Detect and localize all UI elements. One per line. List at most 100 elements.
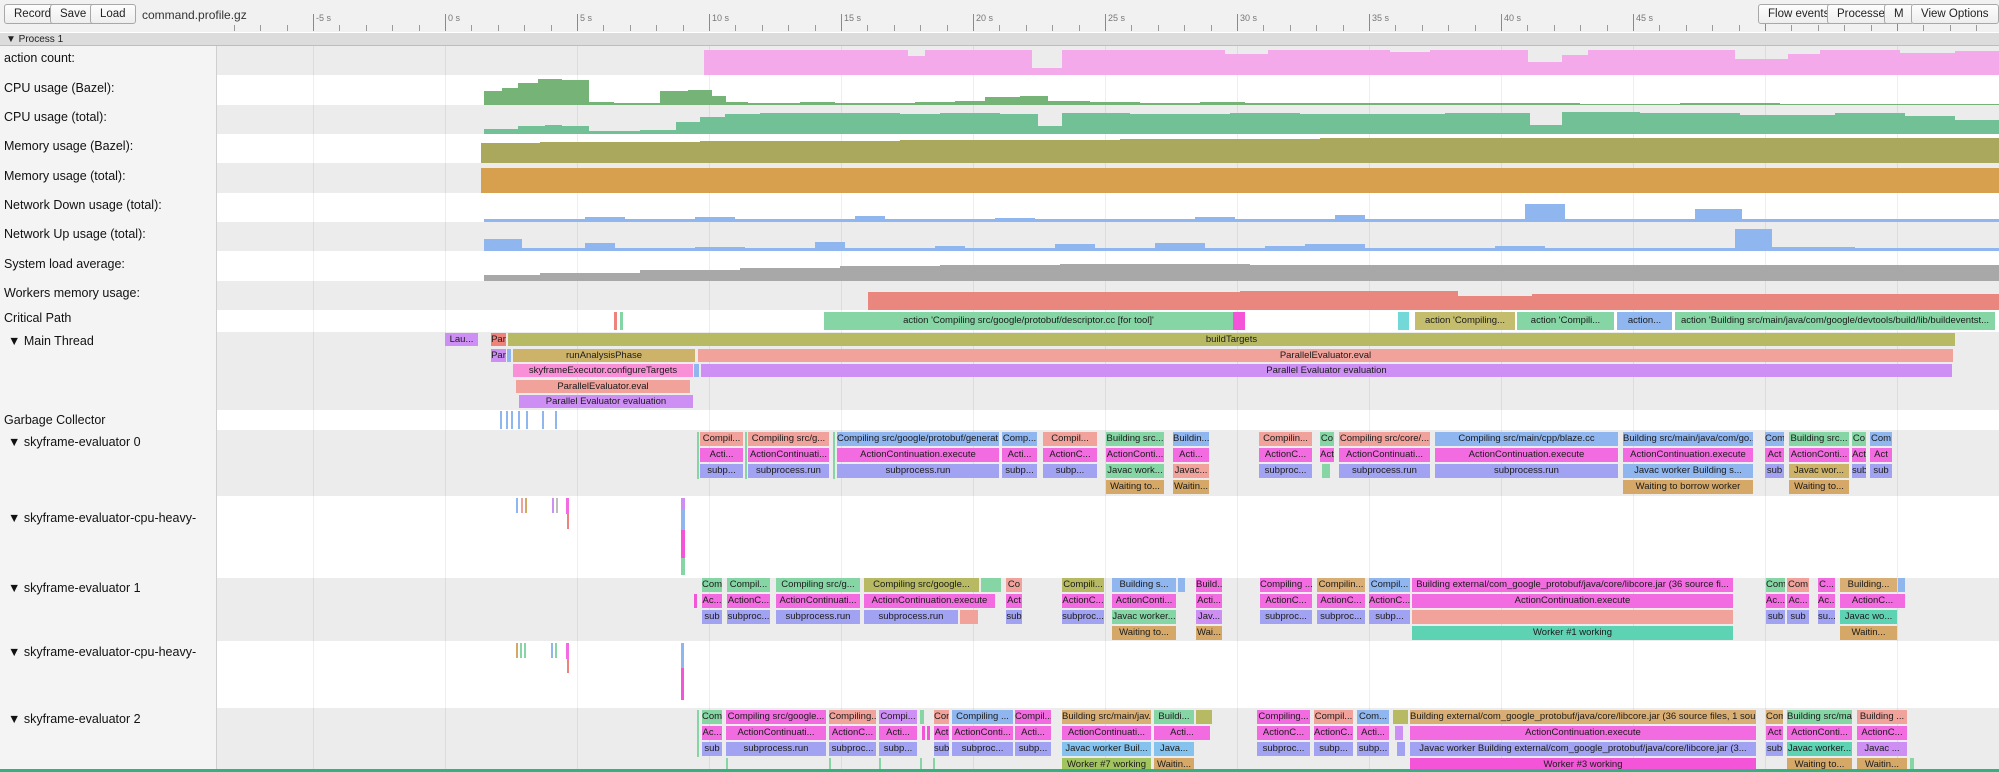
event-box[interactable]: Com: [1766, 710, 1783, 724]
event-box[interactable]: ActionContinuati...: [1339, 448, 1430, 462]
event-box[interactable]: subp...: [700, 464, 743, 478]
event-box[interactable]: [922, 726, 925, 740]
event-box[interactable]: Com: [934, 710, 949, 724]
event-box[interactable]: Javac ...: [1857, 742, 1907, 756]
event-tick[interactable]: [697, 710, 699, 757]
event-box[interactable]: ActionC...: [829, 726, 876, 740]
event-box[interactable]: sub: [1006, 610, 1022, 624]
event-box[interactable]: Act: [1870, 448, 1892, 462]
event-box[interactable]: [1910, 758, 1914, 771]
event-box[interactable]: Javac worker Building s...: [1623, 464, 1753, 478]
event-box[interactable]: subproc...: [1317, 610, 1365, 624]
event-box[interactable]: Waitin...: [1154, 758, 1194, 771]
event-box[interactable]: Waitin...: [1173, 480, 1209, 494]
event-box[interactable]: subproc...: [829, 742, 876, 756]
event-box[interactable]: C...: [1818, 578, 1835, 592]
event-box[interactable]: subproc...: [1062, 610, 1104, 624]
event-box[interactable]: Com: [1766, 578, 1785, 592]
event-box[interactable]: subprocess.run: [776, 610, 860, 624]
event-box[interactable]: ActionContinuation.execute: [1410, 726, 1756, 740]
event-box[interactable]: [981, 578, 1001, 592]
event-box[interactable]: Parallel Evaluator evaluation: [519, 395, 693, 408]
event-box[interactable]: sub: [1765, 464, 1784, 478]
event-tick[interactable]: [556, 498, 558, 513]
event-box[interactable]: Waiting to...: [1789, 480, 1849, 494]
event-tick[interactable]: [566, 498, 569, 514]
event-tick[interactable]: [681, 498, 685, 510]
event-tick[interactable]: [506, 411, 508, 429]
event-box[interactable]: Building ...: [1857, 710, 1907, 724]
event-box[interactable]: Javac wor...: [1789, 464, 1849, 478]
event-box[interactable]: subproc...: [1260, 610, 1312, 624]
event-box[interactable]: Compilin...: [1259, 432, 1312, 446]
event-box[interactable]: Com: [702, 578, 722, 592]
event-box[interactable]: [960, 610, 978, 624]
event-tick[interactable]: [745, 432, 747, 479]
event-tick[interactable]: [681, 510, 685, 530]
event-box[interactable]: subproc...: [1259, 464, 1312, 478]
event-tick[interactable]: [500, 411, 502, 429]
event-box[interactable]: Compiling src/google...: [726, 710, 826, 724]
event-box[interactable]: Compil...: [727, 578, 770, 592]
event-box[interactable]: Waiting to...: [1787, 758, 1852, 771]
event-tick[interactable]: [566, 643, 569, 659]
event-box[interactable]: sub: [702, 742, 722, 756]
event-tick[interactable]: [526, 411, 528, 429]
event-box[interactable]: Acti...: [1173, 448, 1209, 462]
event-box[interactable]: Lau...: [445, 333, 478, 346]
event-tick[interactable]: [833, 432, 835, 479]
event-box[interactable]: Worker #1 working: [1412, 626, 1733, 640]
event-box[interactable]: Compiling src/google...: [864, 578, 979, 592]
timeline-ruler[interactable]: -5 s0 s5 s10 s15 s20 s25 s30 s35 s40 s45…: [217, 0, 1999, 32]
event-box[interactable]: Building src...: [1789, 432, 1849, 446]
event-tick[interactable]: [516, 643, 518, 658]
event-box[interactable]: Acti...: [700, 448, 743, 462]
event-box[interactable]: sub: [1766, 610, 1785, 624]
event-box[interactable]: Com: [1787, 578, 1809, 592]
event-box[interactable]: Waitin...: [1840, 626, 1897, 640]
event-box[interactable]: Acti...: [879, 726, 917, 740]
event-tick[interactable]: [681, 643, 684, 668]
event-box[interactable]: Act: [1852, 448, 1866, 462]
event-box[interactable]: Parallel Evaluator evaluation: [701, 364, 1952, 377]
event-tick[interactable]: [681, 558, 685, 575]
event-box[interactable]: Javac wo...: [1840, 610, 1897, 624]
event-box[interactable]: action...: [1617, 312, 1672, 330]
event-box[interactable]: Waiting to borrow worker: [1623, 480, 1753, 494]
event-box[interactable]: [614, 312, 617, 330]
event-box[interactable]: ActionContinuati...: [726, 726, 826, 740]
event-box[interactable]: subp...: [1357, 742, 1389, 756]
event-box[interactable]: [1898, 578, 1905, 592]
event-box[interactable]: subprocess.run: [864, 610, 958, 624]
event-box[interactable]: subprocess.run: [1339, 464, 1430, 478]
event-box[interactable]: Act: [1006, 594, 1022, 608]
event-box[interactable]: subprocess.run: [1435, 464, 1618, 478]
event-box[interactable]: ActionC...: [1260, 594, 1312, 608]
event-box[interactable]: ActionContinuation.execute: [1435, 448, 1618, 462]
event-box[interactable]: ActionC...: [1259, 448, 1312, 462]
event-box[interactable]: Ac...: [702, 726, 722, 740]
event-box[interactable]: Com: [1870, 432, 1892, 446]
event-box[interactable]: Waiting to...: [1106, 480, 1164, 494]
event-tick[interactable]: [681, 530, 685, 558]
event-box[interactable]: Javac worker Buil...: [1062, 742, 1151, 756]
event-box[interactable]: [507, 349, 511, 362]
event-box[interactable]: ActionC...: [1062, 594, 1104, 608]
event-box[interactable]: Compiling...: [1257, 710, 1310, 724]
event-tick[interactable]: [542, 411, 544, 429]
event-box[interactable]: ActionC...: [1857, 726, 1907, 740]
event-box[interactable]: [620, 312, 623, 330]
event-box[interactable]: subprocess.run: [837, 464, 999, 478]
event-tick[interactable]: [879, 758, 881, 772]
event-box[interactable]: ActionC...: [1043, 448, 1097, 462]
event-box[interactable]: su...: [1818, 610, 1835, 624]
event-box[interactable]: action 'Compiling src/google/protobuf/de…: [824, 312, 1233, 330]
event-box[interactable]: ActionC...: [727, 594, 770, 608]
metrics-button[interactable]: M: [1884, 4, 1914, 24]
sidebar-row-skyframe-evaluator-1[interactable]: ▼ skyframe-evaluator 1: [8, 581, 141, 595]
event-box[interactable]: [1398, 312, 1409, 330]
event-box[interactable]: sub: [1852, 464, 1866, 478]
event-tick[interactable]: [525, 498, 527, 513]
event-box[interactable]: Building external/com_google_protobuf/ja…: [1412, 578, 1733, 592]
event-box[interactable]: sub: [702, 610, 722, 624]
